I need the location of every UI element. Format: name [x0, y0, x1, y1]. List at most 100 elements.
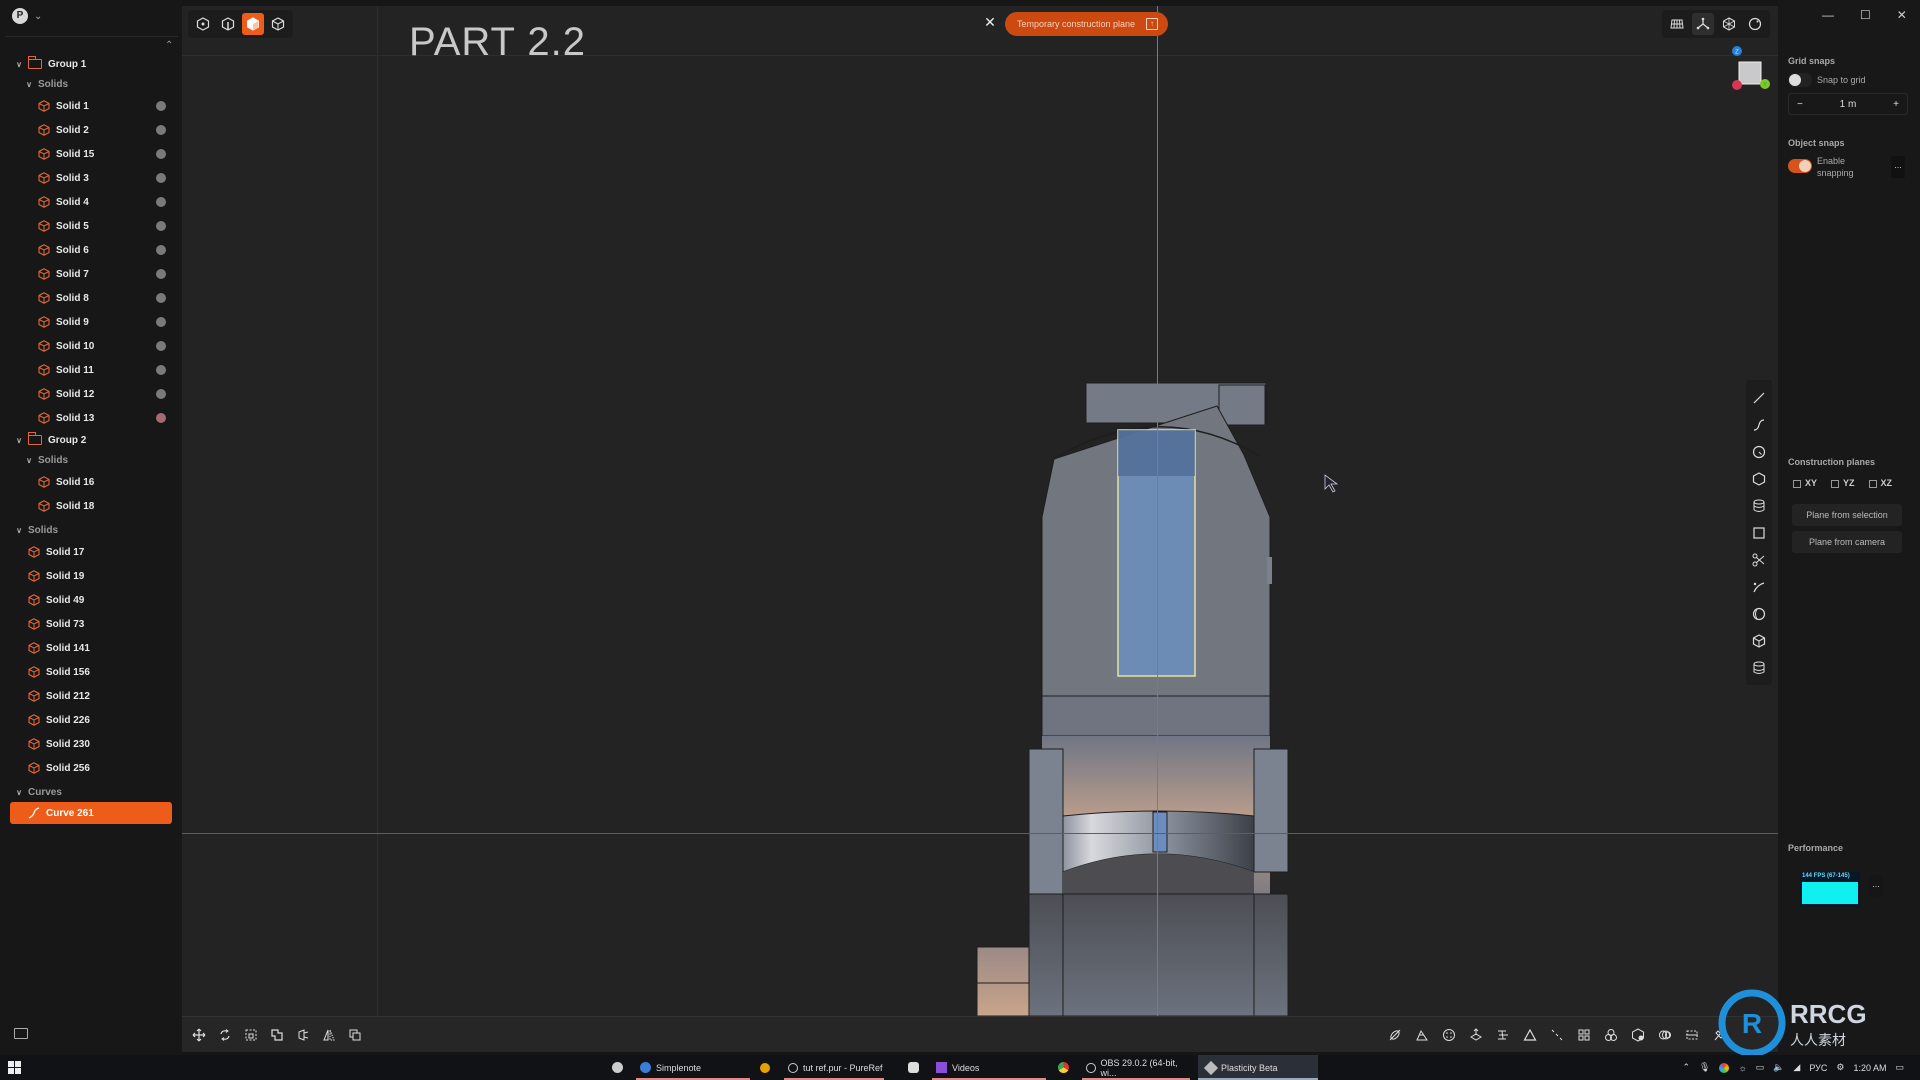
- tree-solid-item[interactable]: Solid 13: [0, 406, 182, 430]
- offset-button[interactable]: [268, 1026, 286, 1044]
- tree-solid-item[interactable]: Solid 4: [0, 190, 182, 214]
- plane-yz-button[interactable]: YZ: [1831, 478, 1855, 488]
- tree-solid-item[interactable]: Solid 5: [0, 214, 182, 238]
- visibility-dot[interactable]: [156, 365, 166, 375]
- taskbar-app-discord[interactable]: [908, 1055, 919, 1080]
- battery-icon[interactable]: ▭: [1756, 1062, 1765, 1073]
- taskbar-item-plasticity[interactable]: Plasticity Beta: [1198, 1055, 1318, 1080]
- taskbar-app-8[interactable]: [612, 1055, 623, 1080]
- visibility-dot[interactable]: [156, 293, 166, 303]
- maximize-button[interactable]: ☐: [1860, 8, 1871, 22]
- enable-snapping-toggle[interactable]: [1788, 159, 1812, 173]
- tree-solid-item[interactable]: Solid 49: [0, 588, 182, 612]
- color-app-icon[interactable]: [1719, 1062, 1730, 1073]
- taskbar-app-chrome[interactable]: [1058, 1055, 1069, 1080]
- visibility-dot[interactable]: [156, 125, 166, 135]
- visibility-dot[interactable]: [156, 317, 166, 327]
- box-tool[interactable]: [1746, 627, 1772, 654]
- grid-size-value[interactable]: 1 m: [1840, 99, 1857, 110]
- plane-from-selection-button[interactable]: Plane from selection: [1792, 504, 1902, 526]
- visibility-dot[interactable]: [156, 101, 166, 111]
- volume-icon[interactable]: 🔈: [1773, 1062, 1784, 1073]
- visibility-dot[interactable]: [156, 173, 166, 183]
- chevron-down-icon[interactable]: ∨: [14, 788, 24, 797]
- 3d-viewport[interactable]: PART 2.2 ✕ Temporary construction plane …: [182, 6, 1778, 1016]
- move-button[interactable]: [190, 1026, 208, 1044]
- tree-solid-item[interactable]: Solid 156: [0, 660, 182, 684]
- tree-solid-item[interactable]: Solid 141: [0, 636, 182, 660]
- app-menu[interactable]: P ⌄: [12, 8, 42, 24]
- plane-xz-button[interactable]: XZ: [1868, 478, 1892, 488]
- language-indicator[interactable]: РУС: [1809, 1063, 1827, 1073]
- microphone-icon[interactable]: 🎙: [1699, 1062, 1710, 1073]
- circle-tool[interactable]: [1746, 438, 1772, 465]
- edge-select-button[interactable]: [217, 13, 239, 35]
- increment-button[interactable]: +: [1893, 99, 1899, 110]
- collapse-all-button[interactable]: ⌃: [165, 40, 173, 51]
- line-tool[interactable]: [1746, 384, 1772, 411]
- pattern-button[interactable]: [1656, 1026, 1674, 1044]
- taskbar-item-pureref[interactable]: tut ref.pur - PureRef: [784, 1055, 884, 1080]
- tree-section[interactable]: ∨ Solids: [0, 74, 182, 94]
- cut-button[interactable]: [1683, 1026, 1701, 1044]
- solid-select-button[interactable]: [267, 13, 289, 35]
- visibility-dot[interactable]: [156, 221, 166, 231]
- notifications-icon[interactable]: ▭: [1895, 1062, 1904, 1073]
- triangle-button[interactable]: [1521, 1026, 1539, 1044]
- tree-solid-item[interactable]: Solid 11: [0, 358, 182, 382]
- solid-boolean-button[interactable]: [1629, 1026, 1647, 1044]
- wireframe-toggle-button[interactable]: [1718, 13, 1740, 35]
- fillet-button[interactable]: [1386, 1026, 1404, 1044]
- upload-icon[interactable]: ↑: [1146, 18, 1158, 30]
- tree-solid-item[interactable]: Solid 230: [0, 732, 182, 756]
- cylinder-tool[interactable]: [1746, 654, 1772, 681]
- tree-solid-item[interactable]: Solid 12: [0, 382, 182, 406]
- visibility-dot[interactable]: [156, 341, 166, 351]
- tree-solid-item[interactable]: Solid 15: [0, 142, 182, 166]
- minimize-button[interactable]: —: [1822, 8, 1834, 22]
- new-folder-icon[interactable]: [14, 1028, 28, 1039]
- chevron-down-icon[interactable]: ∨: [14, 60, 24, 69]
- tree-solid-item[interactable]: Solid 8: [0, 286, 182, 310]
- visibility-dot[interactable]: [156, 245, 166, 255]
- array-button[interactable]: [1575, 1026, 1593, 1044]
- rotate-button[interactable]: [216, 1026, 234, 1044]
- vertex-select-button[interactable]: [192, 13, 214, 35]
- snap-to-grid-toggle[interactable]: [1788, 73, 1812, 87]
- scale-button[interactable]: [242, 1026, 260, 1044]
- tree-solid-item[interactable]: Solid 1: [0, 94, 182, 118]
- boolean-button[interactable]: [1602, 1026, 1620, 1044]
- tree-solid-item[interactable]: Solid 17: [0, 540, 182, 564]
- tree-group[interactable]: ∨ Group 1: [0, 54, 182, 74]
- visibility-dot[interactable]: [156, 149, 166, 159]
- object-snaps-more-button[interactable]: ...: [1891, 156, 1905, 178]
- tree-solid-item[interactable]: Solid 73: [0, 612, 182, 636]
- tree-solid-item[interactable]: Solid 212: [0, 684, 182, 708]
- close-button[interactable]: ✕: [1897, 8, 1907, 22]
- tree-solid-item[interactable]: Solid 2: [0, 118, 182, 142]
- xray-toggle-button[interactable]: [1744, 13, 1766, 35]
- tree-solid-item[interactable]: Solid 19: [0, 564, 182, 588]
- chevron-down-icon[interactable]: ∨: [14, 436, 24, 445]
- network-icon[interactable]: ◢: [1793, 1062, 1800, 1073]
- plane-from-camera-button[interactable]: Plane from camera: [1792, 531, 1902, 553]
- taskbar-item-videos[interactable]: Videos: [932, 1055, 1046, 1080]
- tree-section[interactable]: ∨ Solids: [0, 450, 182, 470]
- shell-button[interactable]: [1440, 1026, 1458, 1044]
- chamfer-button[interactable]: [1413, 1026, 1431, 1044]
- curve-tool[interactable]: [1746, 411, 1772, 438]
- axes-toggle-button[interactable]: [1692, 13, 1714, 35]
- visibility-dot[interactable]: [156, 389, 166, 399]
- draft-button[interactable]: [294, 1026, 312, 1044]
- rectangle-tool[interactable]: [1746, 519, 1772, 546]
- clock[interactable]: 1:20 AM: [1853, 1063, 1886, 1073]
- brightness-icon[interactable]: ☼: [1738, 1063, 1746, 1073]
- tree-solid-item[interactable]: Solid 256: [0, 756, 182, 780]
- tree-solid-item[interactable]: Solid 226: [0, 708, 182, 732]
- face-select-button[interactable]: [242, 13, 264, 35]
- taskbar-item-simplenote[interactable]: Simplenote: [636, 1055, 750, 1080]
- taskbar-item-obs[interactable]: OBS 29.0.2 (64-bit, wi...: [1082, 1055, 1190, 1080]
- cancel-construction-plane-button[interactable]: ✕: [982, 14, 998, 31]
- tree-solid-item[interactable]: Solid 10: [0, 334, 182, 358]
- extrude-button[interactable]: [1467, 1026, 1485, 1044]
